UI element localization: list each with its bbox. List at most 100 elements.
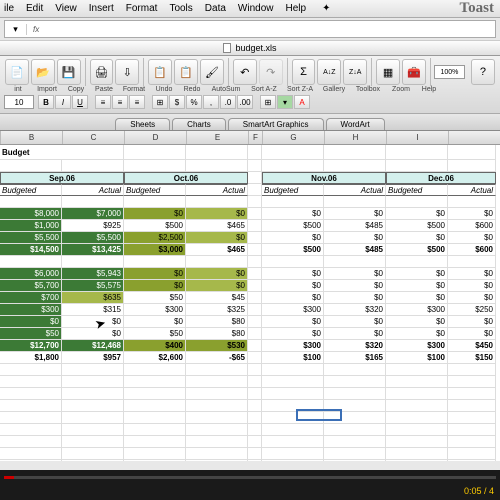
cell[interactable] (448, 256, 496, 268)
cell[interactable] (186, 448, 248, 460)
cell[interactable]: $0 (386, 208, 448, 220)
cell[interactable]: $0 (62, 316, 124, 328)
paste-button[interactable]: 📋 (174, 59, 198, 85)
cell[interactable] (386, 145, 448, 160)
cell[interactable] (62, 400, 124, 412)
cell[interactable] (386, 388, 448, 400)
cell[interactable]: Budgeted (124, 184, 186, 196)
cell[interactable] (448, 460, 496, 461)
cell[interactable]: $0 (386, 328, 448, 340)
cell[interactable]: $450 (448, 340, 496, 352)
cell[interactable] (124, 436, 186, 448)
cell[interactable]: $300 (124, 304, 186, 316)
cell[interactable] (386, 424, 448, 436)
zoom-select[interactable]: 100% (434, 65, 465, 79)
cell[interactable] (248, 352, 262, 364)
cell[interactable] (0, 412, 62, 424)
col-header[interactable]: E (187, 131, 249, 144)
cell[interactable] (386, 400, 448, 412)
cell[interactable]: $0 (0, 316, 62, 328)
tab-smartart[interactable]: SmartArt Graphics (228, 118, 324, 130)
format-button[interactable]: 🖌 (200, 59, 224, 85)
cell[interactable]: $0 (448, 292, 496, 304)
cell[interactable]: $320 (324, 340, 386, 352)
cell[interactable]: $325 (186, 304, 248, 316)
cell[interactable] (248, 304, 262, 316)
undo-button[interactable]: ↶ (233, 59, 257, 85)
merge-button[interactable]: ⊞ (152, 95, 168, 109)
cell[interactable]: $0 (386, 232, 448, 244)
cell[interactable]: $5,575 (62, 280, 124, 292)
cell[interactable] (248, 412, 262, 424)
cell[interactable] (248, 280, 262, 292)
sort-az-button[interactable]: A↓Z (317, 59, 341, 85)
cell[interactable] (0, 196, 62, 208)
cell[interactable]: $0 (448, 328, 496, 340)
cell[interactable] (62, 376, 124, 388)
cell[interactable] (0, 160, 62, 172)
menu-help[interactable]: Help (286, 3, 307, 14)
cell[interactable]: $0 (262, 268, 324, 280)
cell[interactable]: $465 (186, 244, 248, 256)
cell[interactable]: Budgeted (386, 184, 448, 196)
cell[interactable]: $400 (124, 340, 186, 352)
cell[interactable]: $0 (262, 208, 324, 220)
cell[interactable]: Budgeted (0, 184, 62, 196)
cell[interactable]: $12,468 (62, 340, 124, 352)
cell[interactable]: $45 (186, 292, 248, 304)
cell[interactable]: $5,943 (62, 268, 124, 280)
cell[interactable]: $5,500 (62, 232, 124, 244)
cell[interactable] (262, 424, 324, 436)
cell[interactable]: $600 (448, 220, 496, 232)
cell[interactable]: Actual (186, 184, 248, 196)
redo-button[interactable]: ↷ (259, 59, 283, 85)
cell[interactable]: $50 (0, 328, 62, 340)
open-button[interactable]: 📂 (31, 59, 55, 85)
cell[interactable]: $0 (386, 292, 448, 304)
print-button[interactable]: 🖨 (90, 59, 114, 85)
cell[interactable]: $0 (324, 328, 386, 340)
cell[interactable]: $0 (386, 280, 448, 292)
spreadsheet-grid[interactable]: BCDEFGHI BudgetSep.06Oct.06Nov.06Dec.06B… (0, 131, 500, 461)
fx-label[interactable]: fx (27, 25, 45, 34)
col-header[interactable]: F (249, 131, 263, 144)
cell[interactable]: $500 (262, 220, 324, 232)
cell[interactable]: $700 (0, 292, 62, 304)
menu-view[interactable]: View (55, 3, 77, 14)
cell[interactable] (124, 376, 186, 388)
cell[interactable] (386, 160, 448, 172)
col-header[interactable]: H (325, 131, 387, 144)
bold-button[interactable]: B (38, 95, 54, 109)
cell[interactable] (248, 460, 262, 461)
autosum-button[interactable]: Σ (292, 59, 316, 85)
cell[interactable] (324, 256, 386, 268)
cell[interactable]: $100 (262, 352, 324, 364)
col-header[interactable]: D (125, 131, 187, 144)
cell[interactable] (262, 388, 324, 400)
cell[interactable]: $100 (386, 352, 448, 364)
cell[interactable]: $6,000 (0, 268, 62, 280)
cell[interactable]: $0 (386, 316, 448, 328)
col-header[interactable]: B (1, 131, 63, 144)
toolbox-button[interactable]: 🧰 (402, 59, 426, 85)
cell[interactable] (248, 364, 262, 376)
cell[interactable]: $0 (186, 208, 248, 220)
cell[interactable] (124, 160, 186, 172)
cell[interactable] (262, 460, 324, 461)
cell[interactable] (186, 145, 248, 160)
cell[interactable] (62, 448, 124, 460)
cell[interactable]: $12,700 (0, 340, 62, 352)
cell[interactable]: $7,000 (62, 208, 124, 220)
cell[interactable] (262, 160, 324, 172)
cell[interactable]: Actual (62, 184, 124, 196)
cell[interactable] (248, 376, 262, 388)
cell[interactable]: $300 (262, 304, 324, 316)
cell[interactable]: Actual (448, 184, 496, 196)
cell[interactable] (62, 424, 124, 436)
cell[interactable] (262, 364, 324, 376)
menu-data[interactable]: Data (205, 3, 226, 14)
cell[interactable] (0, 448, 62, 460)
cell[interactable] (448, 436, 496, 448)
cell[interactable]: $957 (62, 352, 124, 364)
cell[interactable]: $8,000 (0, 208, 62, 220)
